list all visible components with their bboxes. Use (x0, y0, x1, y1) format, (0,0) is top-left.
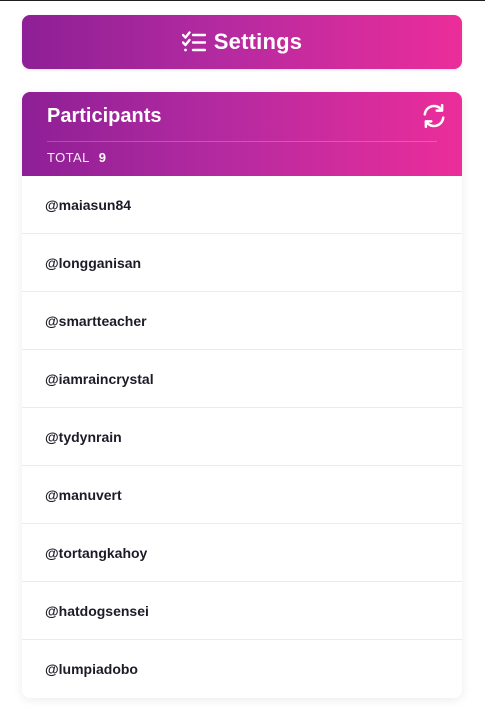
participant-handle: @smartteacher (45, 312, 147, 329)
participant-handle: @lumpiadobo (45, 660, 138, 677)
participant-list: @maiasun84 @longganisan @smartteacher @i… (22, 176, 462, 697)
participant-item[interactable]: @tortangkahoy (22, 524, 462, 582)
total-label: TOTAL (47, 150, 90, 165)
participant-item[interactable]: @smartteacher (22, 292, 462, 350)
refresh-icon (421, 103, 447, 134)
participant-item[interactable]: @manuvert (22, 466, 462, 524)
checklist-icon (181, 31, 206, 53)
participant-handle: @maiasun84 (45, 196, 132, 213)
participant-item[interactable]: @maiasun84 (22, 176, 462, 234)
participant-item[interactable]: @iamraincrystal (22, 350, 462, 408)
total-row: TOTAL 9 (47, 150, 106, 165)
participant-handle: @hatdogsensei (45, 602, 149, 619)
total-count: 9 (98, 150, 106, 165)
panel-title: Participants (47, 105, 162, 127)
participant-item[interactable]: @hatdogsensei (22, 582, 462, 640)
participants-panel: Participants TOTAL 9 @maiasun84 @longgan… (22, 92, 462, 698)
participant-handle: @manuvert (45, 486, 122, 503)
participant-item[interactable]: @lumpiadobo (22, 640, 462, 697)
participants-header: Participants TOTAL 9 (22, 92, 462, 176)
participant-item[interactable]: @tydynrain (22, 408, 462, 466)
participant-handle: @tydynrain (45, 428, 122, 445)
top-divider (0, 0, 485, 1)
header-divider (47, 141, 437, 142)
settings-button[interactable]: Settings (22, 15, 462, 69)
refresh-button[interactable] (420, 103, 448, 134)
participant-handle: @tortangkahoy (45, 544, 148, 561)
participant-handle: @iamraincrystal (45, 370, 154, 387)
participant-handle: @longganisan (45, 254, 142, 271)
settings-button-label: Settings (213, 29, 303, 54)
participant-item[interactable]: @longganisan (22, 234, 462, 292)
